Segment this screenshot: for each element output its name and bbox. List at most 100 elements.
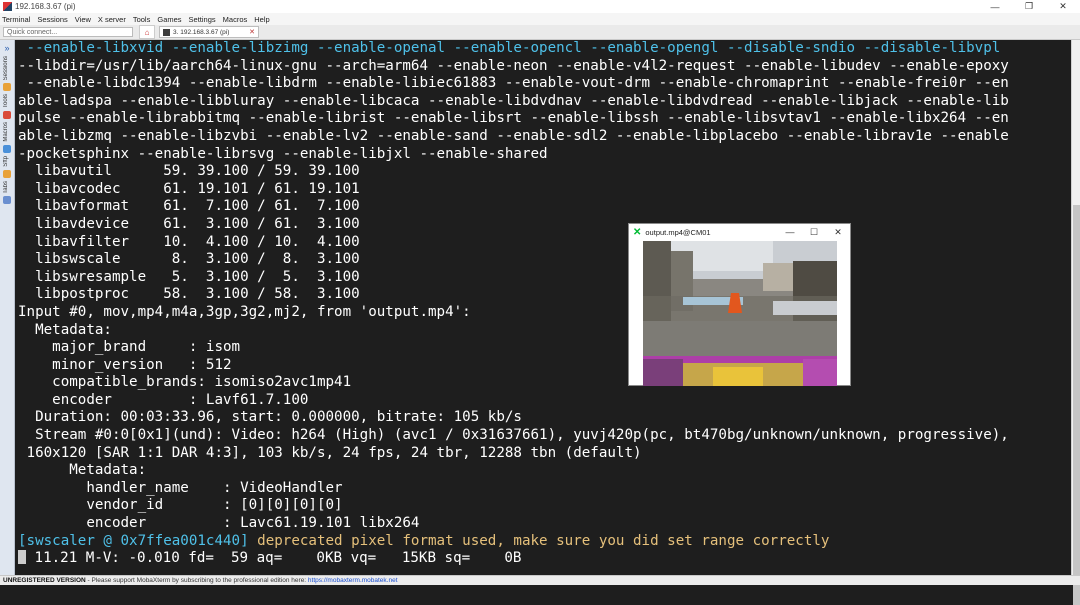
terminal-line: libavutil 59. 39.100 / 59. 39.100 [15, 163, 1071, 181]
terminal-icon [163, 28, 170, 36]
video-close-button[interactable]: ✕ [826, 227, 850, 238]
terminal-line: --enable-libdc1394 --enable-libdrm --ena… [15, 75, 1071, 93]
menu-games[interactable]: Games [157, 15, 181, 24]
home-tab-button[interactable]: ⌂ [139, 25, 155, 39]
terminal-text: able-libzmq --enable-libzvbi --enable-lv… [18, 127, 1009, 144]
session-tab-label: 3. 192.168.3.67 (pi) [173, 28, 230, 36]
video-frame-image [643, 241, 837, 386]
video-minimize-button[interactable]: — [778, 227, 802, 238]
sidebar-item-macros[interactable]: Macros [3, 122, 9, 142]
terminal-line: able-libzmq --enable-libzvbi --enable-lv… [15, 128, 1071, 146]
terminal-line: 11.21 M-V: -0.010 fd= 59 aq= 0KB vq= 15K… [15, 550, 1071, 568]
terminal-line: Metadata: [15, 322, 1071, 340]
terminal-text: encoder : Lavc61.19.101 libx264 [18, 515, 420, 532]
terminal-line: minor_version : 512 [15, 357, 1071, 375]
restore-button[interactable]: ❐ [1012, 0, 1046, 13]
terminal-line: -pocketsphinx --enable-librsvg --enable-… [15, 146, 1071, 164]
terminal-text: pulse --enable-librabbitmq --enable-libr… [18, 110, 1009, 127]
video-window-titlebar: ✕ output.mp4@CM01 — ☐ ✕ [629, 224, 850, 240]
tab-bar: Quick connect... ⌂ 3. 192.168.3.67 (pi) … [0, 25, 1080, 40]
terminal-text: [swscaler @ 0x7ffea001c440] [18, 532, 249, 549]
video-preview-window[interactable]: ✕ output.mp4@CM01 — ☐ ✕ [628, 223, 851, 386]
terminal-text: Metadata: [18, 321, 112, 338]
scrollbar-thumb[interactable] [1073, 205, 1080, 605]
menu-sessions[interactable]: Sessions [37, 15, 67, 24]
terminal-text: -pocketsphinx --enable-librsvg --enable-… [18, 145, 548, 162]
menu-settings[interactable]: Settings [189, 15, 216, 24]
terminal-text: Metadata: [18, 462, 147, 479]
terminal-line: Metadata: [15, 462, 1071, 480]
terminal-line: libavcodec 61. 19.101 / 61. 19.101 [15, 181, 1071, 199]
terminal-line: libswresample 5. 3.100 / 5. 3.100 [15, 269, 1071, 287]
terminal-text: 160x120 [SAR 1:1 DAR 4:3], 103 kb/s, 24 … [18, 444, 642, 461]
sidebar-item-tabs[interactable]: Tabs [3, 181, 9, 194]
close-window-button[interactable]: ✕ [1046, 0, 1080, 13]
terminal-text: deprecated pixel format used, make sure … [248, 532, 830, 549]
terminal-line: libavformat 61. 7.100 / 61. 7.100 [15, 198, 1071, 216]
x-server-icon: ✕ [633, 226, 642, 238]
terminal-text: libavutil 59. 39.100 / 59. 39.100 [18, 163, 360, 180]
terminal-line: handler_name : VideoHandler [15, 480, 1071, 498]
terminal-text: libavcodec 61. 19.101 / 61. 19.101 [18, 180, 360, 197]
video-window-controls: — ☐ ✕ [778, 227, 850, 238]
window-controls: — ❐ ✕ [978, 0, 1080, 13]
terminal-text: libavfilter 10. 4.100 / 10. 4.100 [18, 233, 360, 250]
terminal-text: --enable-libdc1394 --enable-libdrm --ena… [18, 75, 1009, 92]
video-window-title: output.mp4@CM01 [645, 227, 711, 237]
video-maximize-button[interactable]: ☐ [802, 227, 826, 238]
home-icon: ⌂ [144, 27, 150, 37]
terminal-text: 11.21 M-V: -0.010 fd= 59 aq= 0KB vq= 15K… [26, 550, 522, 567]
left-sidebar: » Sessions Tools Macros Sftp Tabs [0, 40, 15, 575]
terminal-text: libpostproc 58. 3.100 / 58. 3.100 [18, 286, 360, 303]
terminal-text: --enable-libxvid --enable-libzimg --enab… [18, 40, 1001, 56]
status-text: - Please support MobaXterm by subscribin… [85, 577, 308, 584]
terminal-text: Input #0, mov,mp4,m4a,3gp,3g2,mj2, from … [18, 303, 471, 320]
mobaxterm-app-icon [3, 2, 12, 11]
terminal-line: --libdir=/usr/lib/aarch64-linux-gnu --ar… [15, 58, 1071, 76]
terminal-text: compatible_brands: isomiso2avc1mp41 [18, 374, 352, 391]
sidebar-item-tools[interactable]: Tools [3, 94, 9, 108]
session-tab[interactable]: 3. 192.168.3.67 (pi) ✕ [159, 26, 259, 38]
tools-icon [3, 111, 11, 120]
terminal-line: 160x120 [SAR 1:1 DAR 4:3], 103 kb/s, 24 … [15, 445, 1071, 463]
terminal-text: libswscale 8. 3.100 / 8. 3.100 [18, 251, 360, 268]
terminal-line: vendor_id : [0][0][0][0] [15, 497, 1071, 515]
terminal-line: compatible_brands: isomiso2avc1mp41 [15, 374, 1071, 392]
sidebar-item-sftp[interactable]: Sftp [3, 156, 9, 167]
terminal-line: pulse --enable-librabbitmq --enable-libr… [15, 110, 1071, 128]
menu-x-server[interactable]: X server [98, 15, 126, 24]
terminal-text: libswresample 5. 3.100 / 5. 3.100 [18, 268, 360, 285]
terminal-line: Input #0, mov,mp4,m4a,3gp,3g2,mj2, from … [15, 304, 1071, 322]
menu-help[interactable]: Help [254, 15, 269, 24]
tabs-icon [3, 196, 11, 205]
terminal-text: libavformat 61. 7.100 / 61. 7.100 [18, 198, 360, 215]
terminal-line: encoder : Lavc61.19.101 libx264 [15, 515, 1071, 533]
terminal-line: libswscale 8. 3.100 / 8. 3.100 [15, 251, 1071, 269]
terminal-text: able-ladspa --enable-libbluray --enable-… [18, 92, 1009, 109]
sidebar-item-sessions[interactable]: Sessions [3, 56, 9, 80]
terminal-line: --enable-libxvid --enable-libzimg --enab… [15, 40, 1071, 58]
close-tab-icon[interactable]: ✕ [249, 28, 255, 36]
terminal-text: minor_version : 512 [18, 356, 232, 373]
star-icon [3, 83, 11, 92]
menu-macros[interactable]: Macros [223, 15, 248, 24]
terminal-text: encoder : Lavf61.7.100 [18, 391, 309, 408]
menu-terminal[interactable]: Terminal [2, 15, 30, 24]
terminal-output[interactable]: --enable-libxvid --enable-libzimg --enab… [15, 40, 1071, 575]
quick-connect-input[interactable]: Quick connect... [3, 27, 133, 37]
terminal-cursor [18, 550, 26, 565]
menu-tools[interactable]: Tools [133, 15, 151, 24]
terminal-text: Stream #0:0[0x1](und): Video: h264 (High… [18, 427, 1009, 444]
terminal-scrollbar[interactable] [1071, 40, 1080, 605]
terminal-line: encoder : Lavf61.7.100 [15, 392, 1071, 410]
sftp-icon [3, 169, 11, 178]
terminal-text: --libdir=/usr/lib/aarch64-linux-gnu --ar… [18, 57, 1009, 74]
status-bar: UNREGISTERED VERSION - Please support Mo… [0, 575, 1080, 585]
terminal-text: libavdevice 61. 3.100 / 61. 3.100 [18, 215, 360, 232]
minimize-button[interactable]: — [978, 0, 1012, 13]
terminal-line: able-ladspa --enable-libbluray --enable-… [15, 93, 1071, 111]
sidebar-expand-icon[interactable]: » [0, 43, 14, 53]
mobatek-link[interactable]: https://mobaxterm.mobatek.net [308, 577, 398, 584]
terminal-line: [swscaler @ 0x7ffea001c440] deprecated p… [15, 533, 1071, 551]
menu-view[interactable]: View [75, 15, 91, 24]
